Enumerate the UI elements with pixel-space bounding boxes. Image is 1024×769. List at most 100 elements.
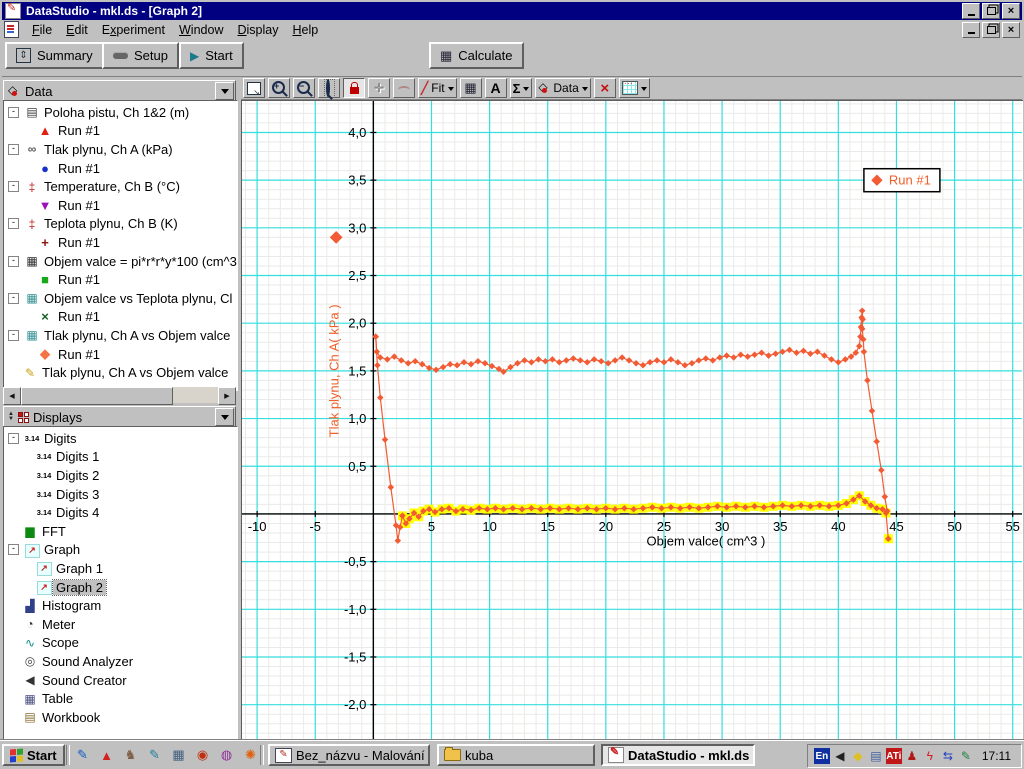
calculator-button[interactable]: ▦ [460,78,482,98]
close-button[interactable]: × [1002,3,1020,19]
xy-tool-button[interactable]: ✛ [368,78,390,98]
sync-tray-icon[interactable]: ⇆ [940,748,956,764]
zoom-in-button[interactable]: + [268,78,290,98]
collapse-toggle[interactable]: - [8,256,19,267]
child-restore-button[interactable] [982,22,1000,38]
menu-display[interactable]: Display [230,22,285,38]
quick-launch-icon-5[interactable]: ▦ [170,747,187,764]
run-item[interactable]: ●Run #1 [4,159,237,178]
display-item[interactable]: -↗Graph [4,541,237,560]
display-subitem[interactable]: ↗Graph 1 [4,559,237,578]
scrollbar-thumb[interactable] [21,387,173,405]
data-item[interactable]: -‡Teplota plynu, Ch B (K) [4,215,237,234]
run-item[interactable]: +Run #1 [4,233,237,252]
data-item[interactable]: -▦Objem valce = pi*r*r*y*100 (cm^3 [4,252,237,271]
child-close-button[interactable]: × [1002,22,1020,38]
quick-launch-icon-1[interactable]: ✎ [74,747,91,764]
data-item[interactable]: -▤Poloha pistu, Ch 1&2 (m) [4,103,237,122]
collapse-toggle[interactable]: - [8,107,19,118]
delete-button[interactable]: × [594,78,616,98]
slope-tool-button[interactable] [393,78,415,98]
menu-edit[interactable]: Edit [59,22,95,38]
scheduler-tray-icon[interactable]: ◆ [850,748,866,764]
ati-tray-icon[interactable]: ATi [886,748,902,764]
data-item[interactable]: -∞Tlak plynu, Ch A (kPa) [4,140,237,159]
start-button[interactable]: ▶ Start [179,42,244,69]
run-item[interactable]: ▼Run #1 [4,196,237,215]
zoom-out-button[interactable]: − [293,78,315,98]
display-subitem[interactable]: 3.14Digits 4 [4,503,237,522]
run-item[interactable]: ▲Run #1 [4,122,237,141]
fit-menu-button[interactable]: ╱Fit [418,78,457,98]
scroll-right-button[interactable]: ▶ [218,387,236,405]
quick-launch-icon-4[interactable]: ✎ [146,747,163,764]
data-item[interactable]: -▦Tlak plynu, Ch A vs Objem valce [4,326,237,345]
display-item[interactable]: ▆FFT [4,522,237,541]
collapse-toggle[interactable]: - [8,330,19,341]
collapse-toggle[interactable]: - [8,218,19,229]
run-item[interactable]: ◆Run #1 [4,345,237,364]
menu-window[interactable]: Window [172,22,230,38]
scale-to-fit-button[interactable] [243,78,265,98]
menu-file[interactable]: File [25,22,59,38]
graph-plot[interactable]: -10-55101520253035404550554,03,53,02,52,… [242,101,1022,739]
data-item[interactable]: -‡Temperature, Ch B (°C) [4,177,237,196]
collapse-toggle[interactable]: - [8,181,19,192]
calculate-button[interactable]: ▦ Calculate [429,42,524,69]
display-item[interactable]: -3.14Digits [4,429,237,448]
task-button-1[interactable]: ✎Bez_názvu - Malování [268,744,430,766]
displays-panel-header[interactable]: ▲▼ Displays [3,406,236,428]
graph-document-icon[interactable] [4,21,19,38]
windows-start-button[interactable]: Start [2,744,65,766]
menu-help[interactable]: Help [285,22,325,38]
child-minimize-button[interactable] [962,22,980,38]
data-item[interactable]: ✎Tlak plynu, Ch A vs Objem valce [4,363,237,382]
text-annotation-button[interactable]: A [485,78,507,98]
task-button-2[interactable]: kuba [437,744,595,766]
collapse-toggle[interactable]: - [8,293,19,304]
display-item[interactable]: ◎Sound Analyzer [4,652,237,671]
statistics-button[interactable]: Σ [510,78,533,98]
display-item[interactable]: ▟Histogram [4,596,237,615]
run-item[interactable]: ×Run #1 [4,308,237,327]
data-dropdown-button[interactable] [215,82,234,100]
data-item[interactable]: -▦Objem valce vs Teplota plynu, Cl [4,289,237,308]
smart-tool-button[interactable] [343,78,365,98]
quick-launch-icon-7[interactable]: ◍ [218,747,235,764]
data-menu-button[interactable]: ◇Data [535,78,590,98]
data-panel-header[interactable]: ◇ Data [3,80,236,102]
display-subitem[interactable]: 3.14Digits 1 [4,448,237,467]
restore-button[interactable] [982,3,1000,19]
collapse-toggle[interactable]: - [8,144,19,155]
language-en-tray-icon[interactable]: En [814,748,830,764]
menu-experiment[interactable]: Experiment [95,22,172,38]
display-item[interactable]: ▤Workbook [4,708,237,727]
display-subitem[interactable]: 3.14Digits 3 [4,485,237,504]
task-button-3[interactable]: DataStudio - mkl.ds - ... [601,744,755,766]
summary-button[interactable]: ⇕ Summary [5,42,104,69]
display-item[interactable]: ◀Sound Creator [4,671,237,690]
graph-settings-button[interactable] [619,78,650,98]
display-subitem[interactable]: 3.14Digits 2 [4,466,237,485]
pen-tray-icon[interactable]: ✎ [958,748,974,764]
run-item[interactable]: ■Run #1 [4,270,237,289]
scroll-left-button[interactable]: ◀ [3,387,21,405]
quick-launch-icon-3[interactable]: ♞ [122,747,139,764]
volume-tray-icon[interactable]: ◀ [832,748,848,764]
minimize-button[interactable] [962,3,980,19]
title-bar[interactable]: DataStudio - mkl.ds - [Graph 2] × [2,2,1022,20]
quick-launch-icon-6[interactable]: ◉ [194,747,211,764]
quick-launch-icon-2[interactable]: ▲ [98,747,115,764]
display-item[interactable]: ∿Scope [4,634,237,653]
display-subitem[interactable]: ↗Graph 2 [4,578,237,597]
displays-dropdown-button[interactable] [215,408,234,426]
quick-launch-icon-8[interactable]: ✺ [242,747,259,764]
setup-button[interactable]: Setup [102,42,179,69]
person-tray-icon[interactable]: ♟ [904,748,920,764]
data-tree-hscrollbar[interactable]: ◀ ▶ [3,387,236,403]
disk-clock-tray-icon[interactable]: ▤ [868,748,884,764]
zoom-select-button[interactable] [318,78,340,98]
display-item[interactable]: ◔Meter [4,615,237,634]
collapse-toggle[interactable]: - [8,544,19,555]
display-item[interactable]: ▦Table [4,689,237,708]
